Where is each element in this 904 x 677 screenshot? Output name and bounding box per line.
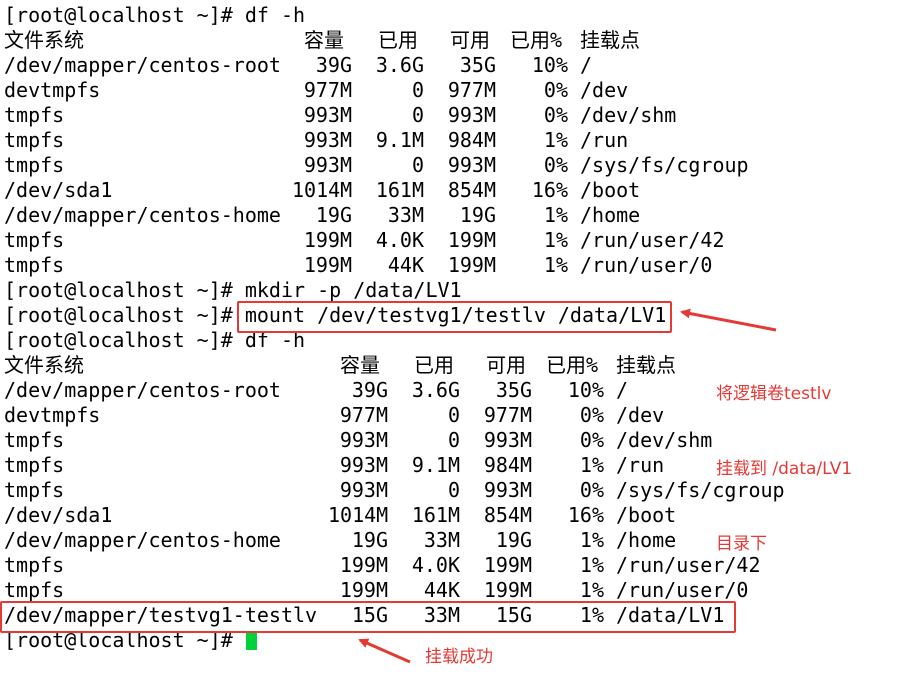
mount-note-line3: 目录下 bbox=[716, 534, 767, 554]
mount-note-line2: 挂载到 /data/LV1 bbox=[716, 459, 853, 479]
arrow-to-new-mount bbox=[358, 638, 411, 664]
success-note: 挂载成功 bbox=[425, 647, 493, 667]
mount-note-line1: 将逻辑卷testlv bbox=[716, 384, 832, 404]
mount-note: 将逻辑卷testlv 挂载到 /data/LV1 目录下 bbox=[716, 332, 852, 582]
arrow-to-mount-command bbox=[680, 308, 777, 332]
